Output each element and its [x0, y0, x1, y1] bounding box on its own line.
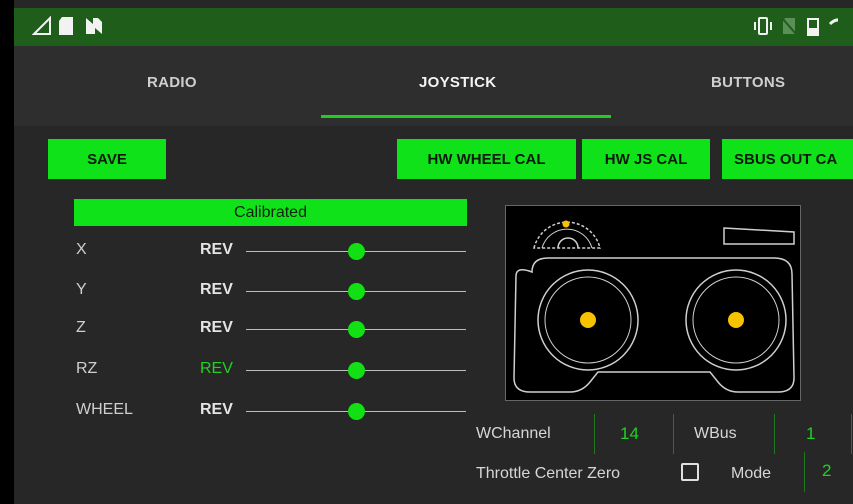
wbus-value[interactable]: 1 [806, 424, 815, 444]
axis-row-z: Z REV [74, 316, 469, 342]
app-screen: RADIO JOYSTICK BUTTONS SAVE HW WHEEL CAL… [14, 0, 853, 504]
sbus-out-cal-button[interactable]: SBUS OUT CA [722, 139, 853, 179]
throttle-center-zero-label: Throttle Center Zero [476, 465, 621, 482]
wifi-icon [828, 16, 838, 38]
tab-bar: RADIO JOYSTICK BUTTONS [14, 46, 853, 126]
axis-label: Z [76, 319, 86, 336]
tab-radio[interactable]: RADIO [147, 74, 197, 91]
controller-body-outline [513, 257, 795, 393]
axis-label: WHEEL [76, 401, 133, 418]
slider-thumb-wheel[interactable] [347, 403, 365, 420]
wbus-label: WBus [694, 425, 737, 442]
rev-toggle-wheel[interactable]: REV [200, 401, 233, 419]
slider-thumb-rz[interactable] [347, 362, 365, 379]
tab-joystick[interactable]: JOYSTICK [419, 74, 496, 91]
axis-label: Y [76, 281, 87, 298]
battery-icon [806, 16, 820, 38]
vibrate-icon [752, 16, 774, 38]
axis-row-rz: RZ REV [74, 357, 469, 383]
rev-toggle-z[interactable]: REV [200, 319, 233, 337]
axis-label: X [76, 241, 87, 258]
wchannel-value[interactable]: 14 [620, 424, 639, 444]
tab-buttons[interactable]: BUTTONS [711, 74, 785, 91]
right-stick [685, 269, 787, 371]
slider-thumb-z[interactable] [347, 321, 365, 338]
status-bar [14, 8, 853, 46]
calibration-status: Calibrated [74, 199, 467, 226]
hw-wheel-cal-button[interactable]: HW WHEEL CAL [397, 139, 576, 179]
controller-illustration [513, 220, 795, 393]
sd-card-icon [58, 16, 74, 38]
save-button[interactable]: SAVE [48, 139, 166, 179]
mode-value[interactable]: 2 [822, 461, 831, 481]
slider-thumb-x[interactable] [347, 243, 365, 260]
wheel-dial-icon [533, 220, 601, 249]
throttle-lever-icon [723, 227, 795, 245]
throttle-center-zero-checkbox[interactable] [681, 463, 699, 481]
axis-label: RZ [76, 360, 98, 377]
controller-preview [505, 205, 801, 401]
n-notification-icon [84, 16, 104, 38]
rev-toggle-x[interactable]: REV [200, 241, 233, 259]
device-frame: RADIO JOYSTICK BUTTONS SAVE HW WHEEL CAL… [0, 0, 853, 504]
signal-icon [31, 15, 52, 38]
mode-label: Mode [731, 465, 772, 482]
rev-toggle-y[interactable]: REV [200, 281, 233, 299]
left-stick [537, 269, 639, 371]
wchannel-label: WChannel [476, 425, 551, 442]
axis-row-wheel: WHEEL REV [74, 398, 469, 424]
slider-thumb-y[interactable] [347, 283, 365, 300]
axis-row-x: X REV [74, 238, 469, 264]
no-sim-icon [780, 16, 798, 38]
axis-row-y: Y REV [74, 278, 469, 304]
active-tab-indicator [321, 115, 611, 118]
hw-js-cal-button[interactable]: HW JS CAL [582, 139, 710, 179]
rev-toggle-rz[interactable]: REV [200, 360, 233, 378]
